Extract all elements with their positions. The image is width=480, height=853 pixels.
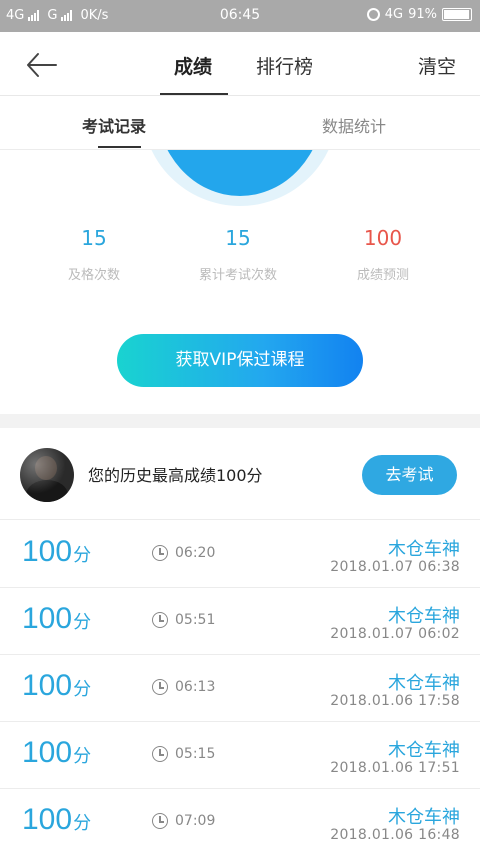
record-score: 100分 — [22, 535, 92, 568]
record-score: 100分 — [22, 736, 92, 769]
clock-icon — [152, 545, 168, 561]
record-score: 100分 — [22, 669, 92, 702]
battery-percent: 91% — [408, 7, 437, 22]
record-name: 木仓车神 — [388, 539, 460, 560]
vip-course-button[interactable]: 获取VIP保过课程 — [117, 334, 363, 387]
subtab-exam-records[interactable]: 考试记录 — [82, 113, 146, 137]
record-name: 木仓车神 — [388, 807, 460, 828]
subtab-data-statistics[interactable]: 数据统计 — [322, 113, 386, 137]
list-item[interactable]: 100分 05:15 木仓车神 2018.01.06 17:51 — [0, 722, 480, 789]
record-duration: 05:51 — [152, 612, 215, 628]
record-date: 2018.01.06 17:58 — [330, 693, 460, 709]
back-button[interactable] — [22, 48, 62, 82]
record-score: 100分 — [22, 803, 92, 836]
stat-label: 成绩预测 — [356, 268, 409, 283]
best-score-text: 您的历史最高成绩100分 — [88, 466, 263, 485]
stat-score-prediction: 100 成绩预测 — [303, 226, 463, 283]
clock-icon — [152, 679, 168, 695]
record-name: 木仓车神 — [388, 740, 460, 761]
stat-label: 累计考试次数 — [198, 268, 277, 283]
stat-total-exams: 15 累计考试次数 — [158, 226, 318, 283]
stat-value: 15 — [81, 226, 107, 250]
record-duration: 06:20 — [152, 545, 215, 561]
avatar[interactable] — [20, 448, 74, 502]
record-duration: 06:13 — [152, 679, 215, 695]
record-name: 木仓车神 — [388, 606, 460, 627]
clock-icon — [152, 813, 168, 829]
tab-indicator — [160, 93, 228, 95]
battery-icon — [442, 8, 472, 21]
clock-icon — [152, 612, 168, 628]
go-exam-button[interactable]: 去考试 — [362, 455, 457, 495]
record-date: 2018.01.06 17:51 — [330, 760, 460, 776]
list-item[interactable]: 100分 06:13 木仓车神 2018.01.06 17:58 — [0, 655, 480, 722]
record-duration: 05:15 — [152, 746, 215, 762]
status-bar: 4G G 0K/s 06:45 4G 91% — [0, 0, 480, 32]
record-duration: 07:09 — [152, 813, 215, 829]
status-right: 4G 91% — [366, 7, 472, 22]
clock-icon — [152, 746, 168, 762]
arrow-left-icon — [27, 53, 57, 77]
stat-pass-count: 15 及格次数 — [14, 226, 174, 283]
list-item[interactable]: 100分 06:20 木仓车神 2018.01.07 06:38 — [0, 521, 480, 588]
stat-value: 15 — [225, 226, 251, 250]
best-score-row: 您的历史最高成绩100分 去考试 — [0, 428, 480, 520]
stat-label: 及格次数 — [67, 268, 120, 283]
record-date: 2018.01.07 06:38 — [330, 559, 460, 575]
record-name: 木仓车神 — [388, 673, 460, 694]
list-item[interactable]: 100分 07:09 木仓车神 2018.01.06 16:48 — [0, 789, 480, 853]
section-divider — [0, 414, 480, 428]
record-date: 2018.01.07 06:02 — [330, 626, 460, 642]
list-item[interactable]: 100分 05:51 木仓车神 2018.01.07 06:02 — [0, 588, 480, 655]
subtab-indicator — [98, 146, 141, 148]
record-date: 2018.01.06 16:48 — [330, 827, 460, 843]
sub-tabs: 考试记录 数据统计 — [0, 97, 480, 150]
record-score: 100分 — [22, 602, 92, 635]
tab-score[interactable]: 成绩 — [174, 52, 212, 79]
clear-button[interactable]: 清空 — [418, 52, 456, 79]
stat-value: 100 — [363, 226, 403, 250]
score-gauge — [142, 150, 338, 210]
network-type: 4G — [384, 7, 404, 22]
exam-record-list: 100分 06:20 木仓车神 2018.01.07 06:38 100分 05… — [0, 521, 480, 853]
alarm-icon — [366, 8, 380, 21]
header: 成绩 排行榜 清空 — [0, 32, 480, 96]
tab-leaderboard[interactable]: 排行榜 — [256, 52, 313, 79]
